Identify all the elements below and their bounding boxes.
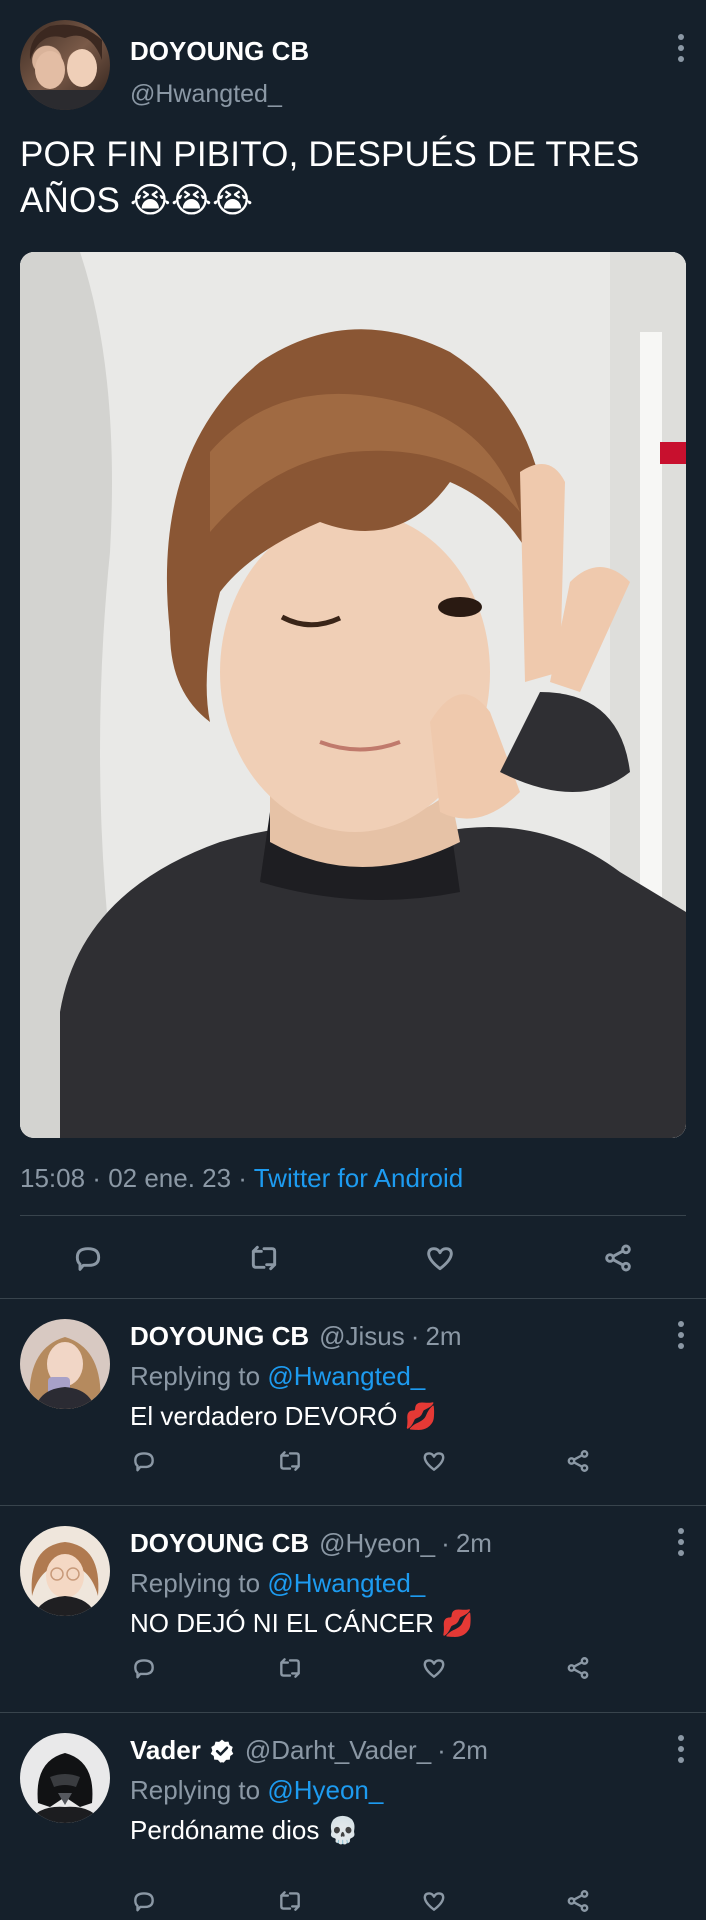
reply-header: DOYOUNG CB @Hyeon_ · 2m — [130, 1528, 492, 1559]
reply-icon[interactable] — [126, 1650, 162, 1686]
retweet-icon[interactable] — [272, 1883, 308, 1919]
divider — [20, 1215, 686, 1216]
dot-separator: · — [437, 1735, 446, 1765]
like-icon[interactable] — [418, 1236, 462, 1280]
reply-tweet[interactable]: Vader @Darht_Vader_ · 2m Replying to @Hy… — [0, 1713, 706, 1919]
reply-author-name[interactable]: Vader — [130, 1735, 201, 1766]
reply-author-name[interactable]: DOYOUNG CB — [130, 1321, 309, 1352]
like-icon[interactable] — [416, 1443, 452, 1479]
like-icon[interactable] — [416, 1650, 452, 1686]
reply-text: NO DEJÓ NI EL CÁNCER 💋 — [130, 1608, 474, 1638]
author-handle[interactable]: @Hwangted_ — [130, 80, 282, 109]
tweet-date: 02 ene. 23 — [108, 1163, 232, 1193]
replying-to-label: Replying to — [130, 1568, 268, 1598]
meta-separator: · — [231, 1163, 254, 1193]
verified-badge-icon — [209, 1738, 235, 1764]
replying-to: Replying to @Hyeon_ — [130, 1775, 383, 1806]
tweet-client-link[interactable]: Twitter for Android — [254, 1163, 464, 1193]
reply-icon[interactable] — [66, 1236, 110, 1280]
tweet-time: 15:08 — [20, 1163, 86, 1193]
meta-separator: · — [85, 1163, 109, 1193]
reply-author-name[interactable]: DOYOUNG CB — [130, 1528, 309, 1559]
avatar[interactable] — [20, 1526, 110, 1616]
reply-tweet[interactable]: DOYOUNG CB @Hyeon_ · 2m Replying to @Hwa… — [0, 1506, 706, 1712]
avatar[interactable] — [20, 1319, 110, 1409]
share-icon[interactable] — [560, 1883, 596, 1919]
dot-separator: · — [410, 1321, 420, 1351]
tweet-meta: 15:08 · 02 ene. 23 · Twitter for Android — [20, 1163, 463, 1194]
reply-icon[interactable] — [126, 1883, 162, 1919]
replying-to-label: Replying to — [130, 1775, 268, 1805]
more-options-icon[interactable] — [669, 1729, 693, 1769]
reply-time: 2m — [451, 1735, 488, 1765]
share-icon[interactable] — [560, 1650, 596, 1686]
replying-to-link[interactable]: @Hwangted_ — [267, 1361, 425, 1391]
reply-header: DOYOUNG CB @Jisus · 2m — [130, 1321, 462, 1352]
tweet-text: POR FIN PIBITO, DESPUÉS DE TRES AÑOS 😭😭😭 — [20, 135, 640, 220]
replying-to-link[interactable]: @Hwangted_ — [267, 1568, 425, 1598]
replying-to: Replying to @Hwangted_ — [130, 1361, 425, 1392]
retweet-icon[interactable] — [242, 1236, 286, 1280]
main-tweet: DOYOUNG CB @Hwangted_ POR FIN PIBITO, DE… — [0, 0, 706, 1298]
reply-text: Perdóname dios 💀 — [130, 1815, 359, 1845]
replying-to: Replying to @Hwangted_ — [130, 1568, 425, 1599]
reply-author-handle[interactable]: @Hyeon_ — [319, 1528, 435, 1559]
reply-icon[interactable] — [126, 1443, 162, 1479]
reply-text: El verdadero DEVORÓ 💋 — [130, 1401, 437, 1431]
reply-tweet[interactable]: DOYOUNG CB @Jisus · 2m Replying to @Hwan… — [0, 1299, 706, 1505]
more-options-icon[interactable] — [669, 1315, 693, 1355]
share-icon[interactable] — [596, 1236, 640, 1280]
tweet-photo[interactable] — [20, 252, 686, 1138]
reply-author-handle[interactable]: @Darht_Vader_ — [245, 1735, 431, 1766]
reply-header: Vader @Darht_Vader_ · 2m — [130, 1735, 488, 1766]
retweet-icon[interactable] — [272, 1443, 308, 1479]
more-options-icon[interactable] — [669, 1522, 693, 1562]
more-options-icon[interactable] — [669, 28, 693, 68]
replying-to-link[interactable]: @Hyeon_ — [267, 1775, 383, 1805]
author-name[interactable]: DOYOUNG CB — [130, 36, 309, 67]
avatar[interactable] — [20, 1733, 110, 1823]
share-icon[interactable] — [560, 1443, 596, 1479]
retweet-icon[interactable] — [272, 1650, 308, 1686]
reply-time: 2m — [425, 1321, 462, 1351]
replying-to-label: Replying to — [130, 1361, 268, 1391]
avatar[interactable] — [20, 20, 110, 110]
reply-time: 2m — [455, 1528, 492, 1558]
dot-separator: · — [441, 1528, 450, 1558]
reply-author-handle[interactable]: @Jisus — [319, 1321, 405, 1352]
like-icon[interactable] — [416, 1883, 452, 1919]
